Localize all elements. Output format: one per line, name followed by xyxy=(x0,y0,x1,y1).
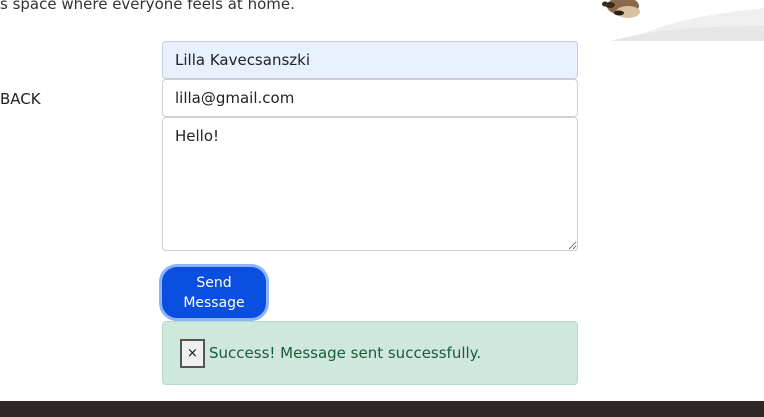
email-field[interactable] xyxy=(162,79,578,117)
message-field[interactable]: Hello! xyxy=(162,117,578,251)
close-icon[interactable]: × xyxy=(180,338,205,368)
success-message: Success! Message sent successfully. xyxy=(209,344,482,362)
success-alert: × Success! Message sent successfully. xyxy=(162,321,578,385)
name-field[interactable] xyxy=(162,41,578,79)
tagline-text: s space where everyone feels at home. xyxy=(0,0,295,13)
send-message-button[interactable]: Send Message xyxy=(159,264,269,321)
footer-bar xyxy=(0,401,764,417)
contact-page: s space where everyone feels at home. BA… xyxy=(0,0,764,417)
dog-illustration xyxy=(590,0,764,41)
back-link[interactable]: BACK xyxy=(0,90,41,108)
